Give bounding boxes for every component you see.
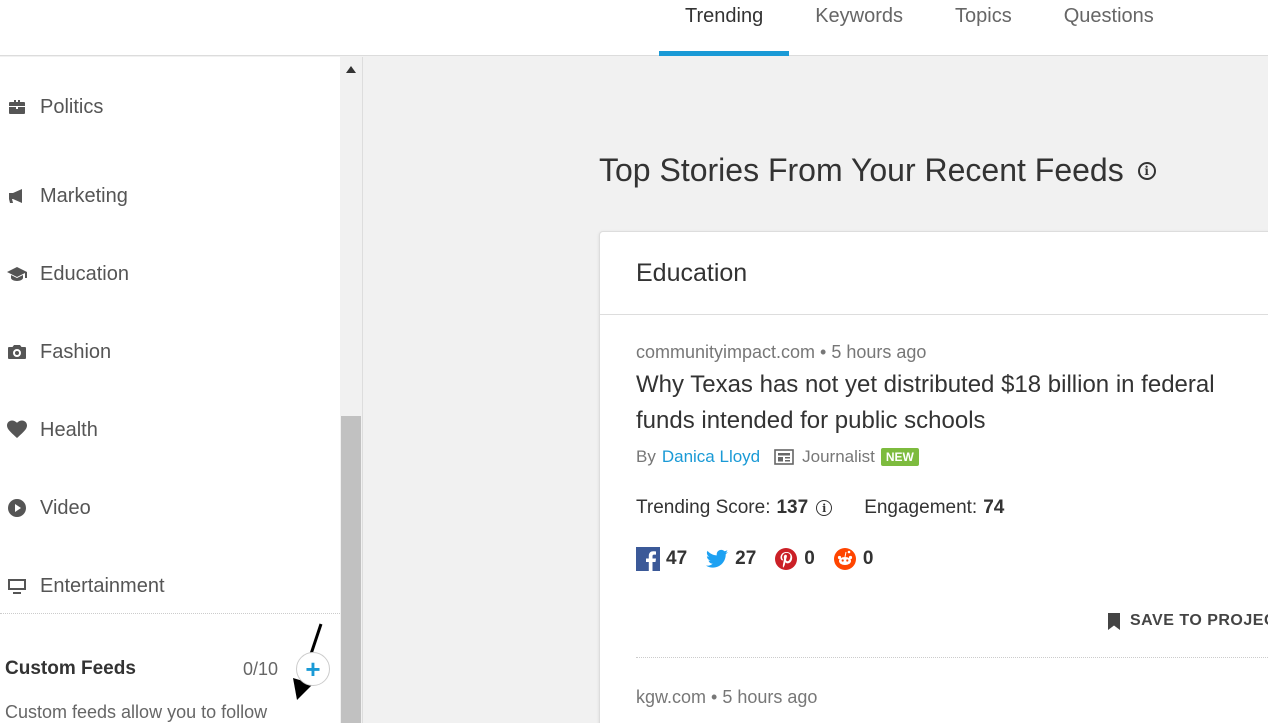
pinterest-shares: 0 [774, 547, 815, 571]
trending-score-value: 137 [776, 497, 809, 518]
category-list: Politics Marketing Education Fashion Hea… [0, 57, 340, 625]
card-heading: Education [600, 232, 1268, 315]
engagement-value: 74 [983, 497, 1005, 518]
byline-by: By [636, 447, 656, 466]
facebook-icon [636, 547, 660, 571]
new-badge: NEW [880, 448, 919, 466]
social-shares: 47 27 0 0 [636, 547, 1268, 571]
engagement-label: Engagement: [864, 497, 978, 518]
sidebar-item-education[interactable]: Education [0, 235, 340, 313]
info-icon[interactable]: i [1137, 161, 1156, 180]
story-headline[interactable]: Why Texas has not yet distributed $18 bi… [636, 367, 1261, 439]
sidebar-item-health[interactable]: Health [0, 391, 340, 469]
custom-feeds-count: 0/10 [242, 658, 278, 679]
facebook-shares: 47 [636, 547, 687, 571]
play-icon [6, 497, 28, 519]
tab-keywords[interactable]: Keywords [789, 0, 929, 56]
megaphone-icon [6, 185, 28, 207]
scroll-thumb[interactable] [341, 416, 361, 723]
save-to-project-label: SAVE TO PROJEC [1130, 612, 1268, 629]
twitter-shares: 27 [705, 547, 756, 571]
bookmark-icon [1108, 612, 1120, 630]
author-link[interactable]: Danica Lloyd [662, 447, 760, 467]
reddit-icon [833, 548, 856, 570]
twitter-icon [706, 549, 729, 568]
sidebar-item-label: Entertainment [40, 574, 165, 597]
monitor-icon [6, 575, 28, 597]
story-divider [636, 657, 1268, 658]
sidebar-item-label: Fashion [40, 340, 112, 363]
scroll-up-icon[interactable] [340, 57, 362, 81]
page-title: Top Stories From Your Recent Feeds i [599, 152, 1156, 189]
story-item: communityimpact.com • 5 hours ago Why Te… [636, 342, 1268, 571]
custom-feeds-header: Custom Feeds 0/10 + [5, 652, 330, 686]
graduation-cap-icon [6, 263, 28, 285]
reddit-shares: 0 [833, 547, 874, 571]
tab-topics[interactable]: Topics [929, 0, 1038, 56]
twitter-count: 27 [735, 548, 757, 569]
sidebar-item-label: Video [40, 496, 91, 519]
reddit-count: 0 [862, 548, 874, 569]
sidebar-item-label: Marketing [40, 184, 128, 207]
sidebar: Politics Marketing Education Fashion Hea… [0, 57, 363, 723]
heart-icon [6, 419, 28, 441]
sidebar-item-politics[interactable]: Politics [0, 57, 340, 157]
story-meta: communityimpact.com • 5 hours ago [636, 342, 927, 362]
custom-feeds-title: Custom Feeds [5, 658, 136, 679]
story-byline: By Danica Lloyd Journalist NEW [636, 447, 1268, 467]
sidebar-item-marketing[interactable]: Marketing [0, 157, 340, 235]
feed-card: Education communityimpact.com • 5 hours … [599, 231, 1268, 723]
briefcase-icon [6, 96, 28, 118]
tab-bar: Trending Keywords Topics Questions [659, 0, 1180, 56]
custom-feeds-description: Custom feeds allow you to follow [5, 702, 268, 722]
sidebar-item-label: Education [40, 262, 129, 285]
save-to-project-button[interactable]: SAVE TO PROJEC [1108, 612, 1268, 630]
tab-questions[interactable]: Questions [1038, 0, 1180, 56]
page-title-text: Top Stories From Your Recent Feeds [599, 152, 1124, 188]
facebook-count: 47 [666, 548, 688, 569]
trending-score-label: Trending Score: [636, 497, 771, 518]
journalist-label: Journalist [802, 447, 875, 466]
tab-trending[interactable]: Trending [659, 0, 790, 56]
add-custom-feed-button[interactable]: + [296, 652, 330, 686]
newspaper-icon [774, 449, 794, 465]
sidebar-scrollbar[interactable] [340, 57, 362, 723]
story-scores: Trending Score: 137 i Engagement: 74 [636, 497, 1268, 519]
trending-info-icon[interactable]: i [816, 500, 833, 516]
top-nav: Trending Keywords Topics Questions [0, 0, 1268, 56]
pinterest-count: 0 [804, 548, 815, 569]
sidebar-item-label: Health [40, 418, 98, 441]
sidebar-item-label: Politics [40, 95, 104, 118]
sidebar-divider [0, 613, 340, 614]
camera-icon [6, 341, 28, 363]
pinterest-icon [775, 548, 798, 570]
sidebar-item-fashion[interactable]: Fashion [0, 313, 340, 391]
sidebar-item-video[interactable]: Video [0, 469, 340, 547]
story-meta-2: kgw.com • 5 hours ago [636, 687, 818, 707]
